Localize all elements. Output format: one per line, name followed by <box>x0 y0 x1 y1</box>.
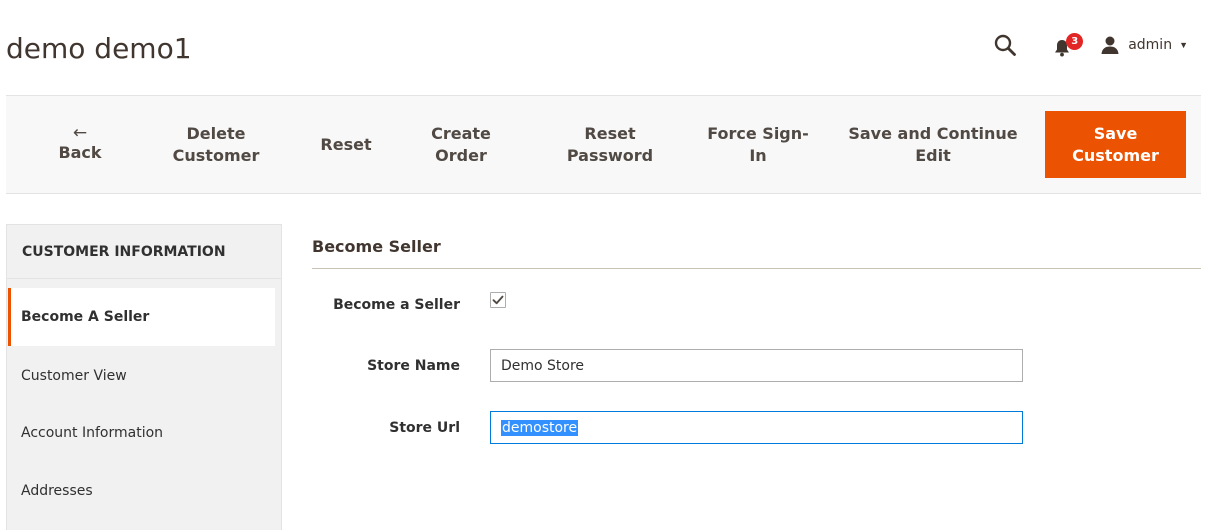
store-name-input[interactable]: Demo Store <box>490 349 1023 382</box>
delete-label-line2: Customer <box>172 145 260 165</box>
reset-password-line2: Password <box>566 145 654 165</box>
force-sign-in-line1: Force Sign- <box>707 123 809 143</box>
reset-label: Reset <box>320 134 372 154</box>
section-title: Become Seller <box>312 237 441 256</box>
save-continue-line2: Edit <box>915 145 951 165</box>
save-customer-line2: Customer <box>1072 145 1159 165</box>
caret-down-icon: ▼ <box>1179 40 1188 50</box>
back-label: Back <box>58 143 102 162</box>
sidebar-title: CUSTOMER INFORMATION <box>7 225 281 279</box>
sidebar-item-label: Customer View <box>21 368 127 384</box>
page-actions-toolbar: ← Back Delete Customer Reset Create Orde… <box>6 95 1201 194</box>
arrow-left-icon: ← <box>72 123 88 143</box>
sidebar-item-become-a-seller[interactable]: Become A Seller <box>8 288 275 346</box>
section-divider <box>312 268 1201 269</box>
notifications-button[interactable]: 3 <box>1052 30 1084 60</box>
create-order-button[interactable]: Create Order <box>411 96 511 193</box>
create-order-line1: Create <box>431 123 491 143</box>
header-actions: 3 admin ▼ <box>992 30 1188 60</box>
reset-password-line1: Reset <box>584 123 636 143</box>
save-customer-button[interactable]: Save Customer <box>1045 111 1186 178</box>
sidebar-item-label: Addresses <box>21 483 93 499</box>
sidebar-item-label: Account Information <box>21 425 164 441</box>
admin-username: admin <box>1128 37 1173 53</box>
checkmark-icon <box>492 295 504 305</box>
back-button[interactable]: ← Back <box>44 96 116 193</box>
store-url-input[interactable]: demostore <box>490 411 1023 444</box>
become-seller-checkbox[interactable] <box>490 292 506 308</box>
save-continue-line1: Save and Continue <box>848 123 1018 143</box>
save-and-continue-button[interactable]: Save and Continue Edit <box>843 96 1023 193</box>
user-icon <box>1101 36 1119 54</box>
store-url-label: Store Url <box>389 420 460 436</box>
sidebar-item-addresses[interactable]: Addresses <box>8 462 275 520</box>
store-name-value: Demo Store <box>501 357 585 374</box>
become-seller-label: Become a Seller <box>333 297 460 313</box>
sidebar-item-customer-view[interactable]: Customer View <box>8 347 275 405</box>
store-name-label: Store Name <box>367 358 460 374</box>
delete-label-line1: Delete <box>186 123 246 143</box>
sidebar-item-label: Become A Seller <box>21 309 150 325</box>
create-order-line2: Order <box>435 145 487 165</box>
admin-user-menu[interactable]: admin ▼ <box>1100 30 1188 60</box>
force-sign-in-button[interactable]: Force Sign- In <box>698 96 818 193</box>
page-title: demo demo1 <box>6 32 192 65</box>
delete-customer-button[interactable]: Delete Customer <box>156 96 276 193</box>
force-sign-in-line2: In <box>749 145 767 165</box>
search-icon <box>995 34 1017 56</box>
reset-password-button[interactable]: Reset Password <box>550 96 670 193</box>
reset-button[interactable]: Reset <box>306 96 386 193</box>
notifications-count-badge: 3 <box>1066 33 1084 50</box>
search-button[interactable] <box>992 30 1018 60</box>
store-url-value: demostore <box>501 419 579 436</box>
sidebar-item-account-information[interactable]: Account Information <box>8 404 275 462</box>
save-customer-line1: Save <box>1093 123 1138 143</box>
